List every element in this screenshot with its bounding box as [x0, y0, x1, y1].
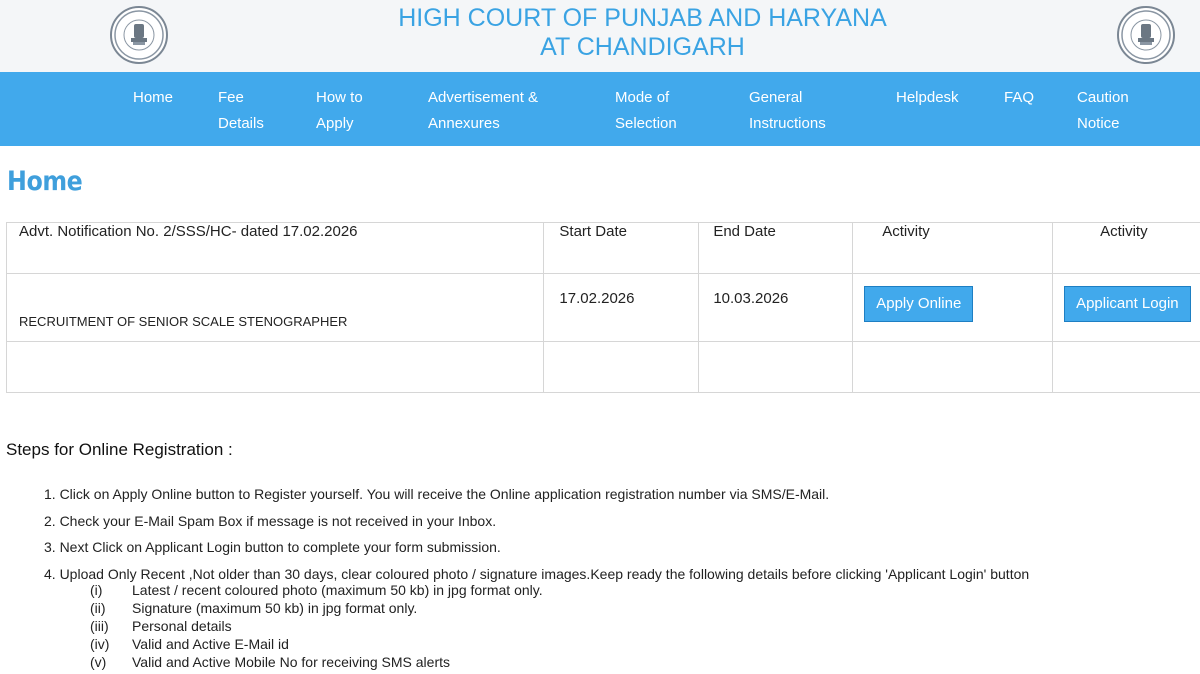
- list-item: (ii) Signature (maximum 50 kb) in jpg for…: [90, 600, 543, 618]
- steps-list: 1. Click on Apply Online button to Regis…: [44, 486, 1029, 592]
- empty-cell: [698, 341, 854, 393]
- nav-item-faq[interactable]: FAQ: [1004, 85, 1034, 111]
- list-item-number: (ii): [90, 600, 106, 616]
- court-title: HIGH COURT OF PUNJAB AND HARYANA AT CHAN…: [0, 4, 1200, 62]
- list-item: (v) Valid and Active Mobile No for receiv…: [90, 654, 543, 672]
- nav-item-mode-of-selection[interactable]: Mode of Selection: [615, 85, 677, 137]
- apply-cell: Apply Online: [852, 273, 1054, 342]
- nav-item-general-instructions[interactable]: General Instructions: [749, 85, 826, 137]
- recruitment-title: RECRUITMENT OF SENIOR SCALE STENOGRAPHER: [5, 273, 545, 342]
- list-item: (i) Latest / recent coloured photo (maxim…: [90, 582, 543, 600]
- state-emblem-icon: [1117, 6, 1175, 64]
- empty-cell: [5, 341, 545, 393]
- column-header-activity: Activity: [1052, 222, 1200, 274]
- court-title-line1: HIGH COURT OF PUNJAB AND HARYANA: [398, 4, 887, 32]
- table-row: [5, 341, 1200, 393]
- list-item: (iii) Personal details: [90, 618, 543, 636]
- nav-item-helpdesk[interactable]: Helpdesk: [896, 85, 959, 111]
- table-header-row: Advt. Notification No. 2/SSS/HC- dated 1…: [5, 222, 1200, 274]
- column-header-activity: Activity: [852, 222, 1054, 274]
- list-item-text: Signature (maximum 50 kb) in jpg format …: [132, 600, 418, 616]
- login-cell: Applicant Login: [1052, 273, 1200, 342]
- list-item: 1. Click on Apply Online button to Regis…: [44, 486, 830, 502]
- nav-item-caution-notice[interactable]: Caution Notice: [1077, 85, 1129, 137]
- empty-cell: [852, 341, 1054, 393]
- list-item: 3. Next Click on Applicant Login button …: [44, 539, 501, 555]
- start-date: 17.02.2026: [543, 273, 700, 342]
- apply-online-button[interactable]: Apply Online: [864, 286, 974, 322]
- nav-item-fee-details[interactable]: Fee Details: [218, 85, 264, 137]
- steps-title: Steps for Online Registration :: [6, 440, 233, 459]
- notification-table: Advt. Notification No. 2/SSS/HC- dated 1…: [5, 222, 1200, 393]
- column-header-start-date: Start Date: [543, 222, 700, 274]
- list-item-number: (iii): [90, 618, 109, 634]
- list-item: (iv) Valid and Active E-Mail id: [90, 636, 543, 654]
- nav-item-advertisement-annexures[interactable]: Advertisement & Annexures: [428, 85, 538, 137]
- nav-item-home[interactable]: Home: [133, 85, 173, 111]
- end-date: 10.03.2026: [698, 273, 854, 342]
- page-title: Home: [7, 166, 83, 197]
- list-item-text: Personal details: [132, 618, 232, 634]
- list-item-number: (iv): [90, 636, 110, 652]
- required-details-list: (i) Latest / recent coloured photo (maxim…: [90, 582, 543, 672]
- list-item: 2. Check your E-Mail Spam Box if message…: [44, 512, 497, 529]
- table-row: RECRUITMENT OF SENIOR SCALE STENOGRAPHER…: [5, 273, 1200, 342]
- list-item-number: (v): [90, 654, 107, 670]
- court-title-line2: AT CHANDIGARH: [540, 33, 745, 61]
- column-header-end-date: End Date: [698, 222, 854, 274]
- site-header: HIGH COURT OF PUNJAB AND HARYANA AT CHAN…: [0, 0, 1200, 72]
- column-header-notification: Advt. Notification No. 2/SSS/HC- dated 1…: [5, 222, 545, 274]
- list-item-number: (i): [90, 582, 103, 598]
- list-item-text: Valid and Active Mobile No for receiving…: [132, 654, 450, 670]
- main-nav: Home Fee Details How to Apply Advertisem…: [0, 72, 1200, 146]
- empty-cell: [1052, 341, 1200, 393]
- list-item-text: Valid and Active E-Mail id: [132, 636, 289, 652]
- applicant-login-button[interactable]: Applicant Login: [1064, 286, 1191, 322]
- list-item-text: Latest / recent coloured photo (maximum …: [132, 582, 543, 598]
- empty-cell: [543, 341, 700, 393]
- nav-item-how-to-apply[interactable]: How to Apply: [316, 85, 363, 137]
